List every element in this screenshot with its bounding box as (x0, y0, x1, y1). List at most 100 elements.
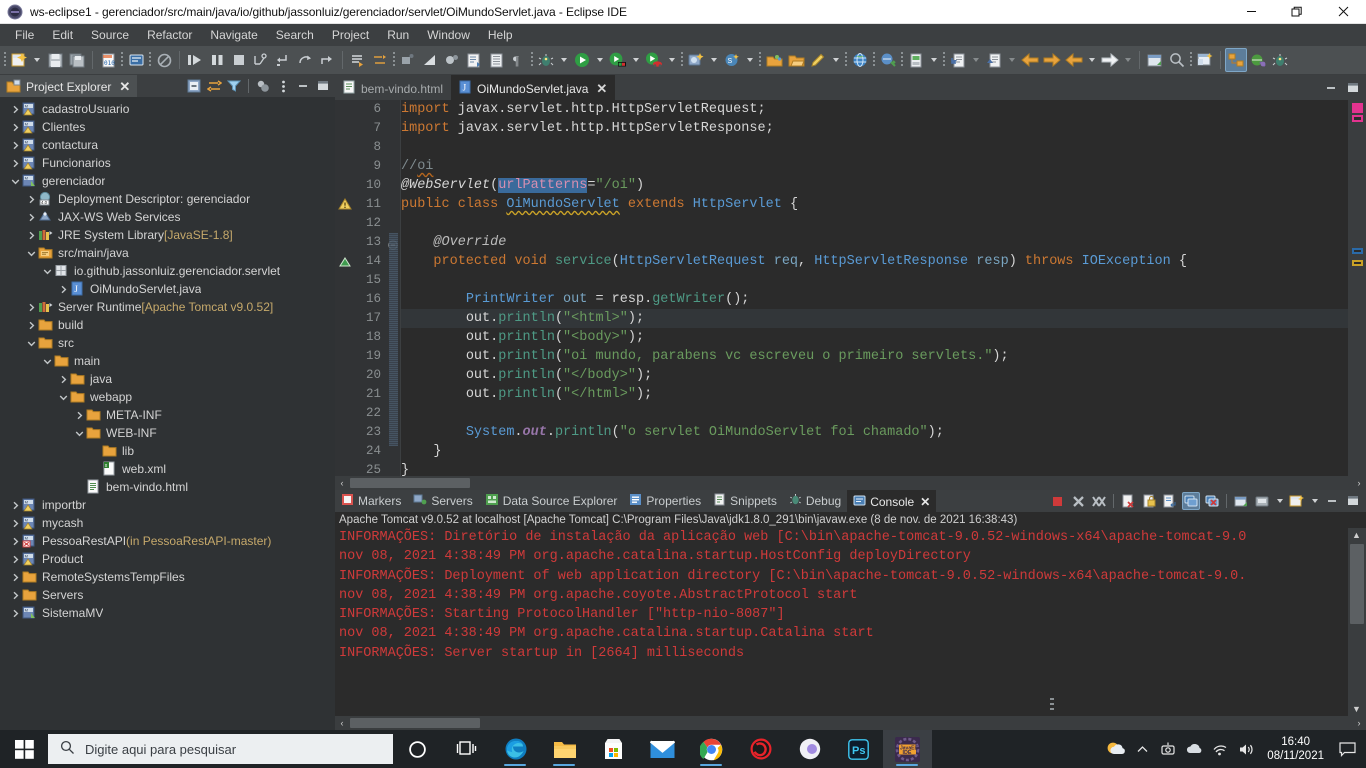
code-line[interactable]: } (401, 461, 1348, 476)
tree-item[interactable]: src (0, 334, 335, 352)
folding-slot[interactable] (387, 214, 400, 233)
tree-item[interactable]: io.github.jassonluiz.gerenciador.servlet (0, 262, 335, 280)
ejb-dropdown-icon[interactable] (743, 48, 757, 72)
tree-item[interactable]: Mgerenciador (0, 172, 335, 190)
minimize-view-icon[interactable] (294, 77, 312, 95)
annotation-slot[interactable] (335, 309, 357, 328)
scrollbar-thumb[interactable] (350, 478, 470, 488)
chevron-down-icon[interactable] (72, 429, 86, 438)
task-view-icon[interactable] (442, 730, 491, 768)
close-icon[interactable]: ✕ (920, 495, 930, 509)
tab-properties[interactable]: Properties (623, 490, 707, 512)
maximize-view-icon[interactable] (314, 77, 332, 95)
perspective-web-icon[interactable] (1247, 48, 1269, 72)
code-line[interactable]: @WebServlet(urlPatterns="/oi") (401, 176, 1348, 195)
scrollbar-thumb[interactable] (1350, 544, 1364, 624)
annotation-slot[interactable] (335, 347, 357, 366)
annotation-slot[interactable] (335, 404, 357, 423)
new-server-icon[interactable] (685, 48, 707, 72)
annotation-slot[interactable] (335, 176, 357, 195)
mail-icon[interactable] (638, 730, 687, 768)
search-icon[interactable] (1166, 48, 1188, 72)
tree-item[interactable]: 4.0 Deployment Descriptor: gerenciador (0, 190, 335, 208)
pilcrow-icon[interactable]: ¶ (507, 48, 529, 72)
taskbar-clock[interactable]: 16:40 08/11/2021 (1259, 735, 1332, 763)
toggle-breakpoint-icon[interactable]: 010 (97, 48, 119, 72)
close-icon[interactable]: ✕ (119, 79, 130, 95)
chevron-right-icon[interactable] (24, 303, 38, 312)
taskbar-search-box[interactable]: Digite aqui para pesquisar (48, 734, 393, 764)
back-arrow-icon[interactable] (1019, 48, 1041, 72)
code-line[interactable]: import javax.servlet.http.HttpServletRes… (401, 119, 1348, 138)
scroll-right-icon[interactable]: › (1352, 716, 1366, 730)
collapse-all-icon[interactable] (185, 77, 203, 95)
new-dropdown-icon[interactable] (30, 48, 44, 72)
tree-item[interactable]: M Clientes (0, 118, 335, 136)
source-code[interactable]: import javax.servlet.http.HttpServletReq… (401, 100, 1348, 476)
chevron-right-icon[interactable] (8, 591, 22, 600)
annotation-slot[interactable] (335, 271, 357, 290)
chevron-down-icon[interactable] (40, 357, 54, 366)
microsoft-store-icon[interactable] (589, 730, 638, 768)
folding-slot[interactable] (387, 138, 400, 157)
windows-start-icon[interactable] (0, 730, 48, 768)
code-line[interactable] (401, 138, 1348, 157)
tree-item[interactable]: RemoteSystemsTempFiles (0, 568, 335, 586)
show-hidden-icons-icon[interactable] (1129, 730, 1155, 768)
terminate-icon[interactable] (228, 48, 250, 72)
annotation-slot[interactable] (335, 119, 357, 138)
code-line[interactable]: } (401, 442, 1348, 461)
chevron-right-icon[interactable] (8, 501, 22, 510)
maximize-console-icon[interactable] (1344, 492, 1362, 510)
run-coverage-icon[interactable] (607, 48, 629, 72)
code-line[interactable]: out.println("</html>"); (401, 385, 1348, 404)
menu-file[interactable]: File (6, 26, 43, 44)
chevron-right-icon[interactable] (8, 537, 22, 546)
google-chrome-icon[interactable] (687, 730, 736, 768)
chevron-right-icon[interactable] (8, 141, 22, 150)
chevron-down-icon[interactable] (56, 393, 70, 402)
tree-item[interactable]: bem-vindo.html (0, 478, 335, 496)
annotation-slot[interactable] (335, 385, 357, 404)
java-browsing-icon[interactable] (441, 48, 463, 72)
console-horizontal-scrollbar[interactable]: ‹ › (335, 716, 1366, 730)
scroll-left-icon[interactable]: ‹ (335, 716, 349, 730)
tree-item[interactable]: x web.xml (0, 460, 335, 478)
tree-item[interactable]: M PessoaRestAPI (in PessoaRestAPI-master) (0, 532, 335, 550)
suspend-icon[interactable] (206, 48, 228, 72)
new-window-icon[interactable] (1144, 48, 1166, 72)
tree-item[interactable]: McadastroUsuario (0, 100, 335, 118)
run-icon[interactable] (571, 48, 593, 72)
chevron-right-icon[interactable] (24, 195, 38, 204)
new-console-dropdown-icon[interactable] (1309, 492, 1320, 510)
chevron-down-icon[interactable] (24, 339, 38, 348)
console-output[interactable]: INFORMAÇÕES: Diretório de instalação da … (335, 528, 1348, 716)
annotation-slot[interactable] (335, 423, 357, 442)
tree-item[interactable]: M SistemaMV (0, 604, 335, 622)
run-coverage-dropdown-icon[interactable] (629, 48, 643, 72)
menu-navigate[interactable]: Navigate (201, 26, 266, 44)
minimize-button[interactable] (1228, 0, 1274, 24)
export-dropdown-icon[interactable] (1005, 48, 1019, 72)
console-vertical-scrollbar[interactable]: ▲ ▼ (1348, 528, 1366, 716)
menu-refactor[interactable]: Refactor (138, 26, 201, 44)
ejb-icon[interactable]: S (721, 48, 743, 72)
pencil-icon[interactable] (807, 48, 829, 72)
code-line[interactable]: out.println("<body>"); (401, 328, 1348, 347)
open-type-icon[interactable] (485, 48, 507, 72)
debug-dropdown-icon[interactable] (557, 48, 571, 72)
tree-item[interactable]: META-INF (0, 406, 335, 424)
overview-ruler[interactable] (1348, 100, 1366, 476)
scroll-down-icon[interactable]: ▼ (1352, 704, 1361, 714)
folding-slot[interactable] (387, 119, 400, 138)
code-line[interactable]: System.out.println("o servlet OiMundoSer… (401, 423, 1348, 442)
cortana-icon[interactable] (393, 730, 442, 768)
next-edit-dropdown-icon[interactable] (1121, 48, 1135, 72)
menu-run[interactable]: Run (378, 26, 418, 44)
terminate-console-icon[interactable] (1048, 492, 1066, 510)
scroll-left-icon[interactable]: ‹ (335, 476, 349, 490)
onedrive-icon[interactable] (1181, 730, 1207, 768)
chevron-down-icon[interactable] (24, 249, 38, 258)
tree-item[interactable]: Mimportbr (0, 496, 335, 514)
show-console-on-output-icon[interactable] (1182, 492, 1200, 510)
